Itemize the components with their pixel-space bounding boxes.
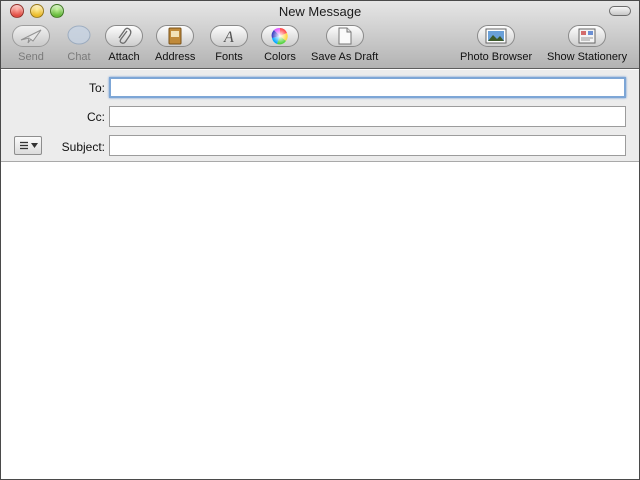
chat-label: Chat xyxy=(67,51,91,63)
message-header-fields: To: Cc: Subject: xyxy=(1,70,639,162)
speech-bubble-icon xyxy=(67,25,91,45)
cc-field[interactable] xyxy=(109,106,626,127)
subject-label: Subject: xyxy=(61,140,105,154)
photo-browser-button[interactable]: Photo Browser xyxy=(460,25,532,65)
chevron-down-icon xyxy=(30,143,38,148)
photo-icon xyxy=(485,28,507,44)
document-icon xyxy=(338,27,352,45)
chat-button[interactable]: Chat xyxy=(60,25,98,65)
window-title: New Message xyxy=(278,4,362,19)
colors-label: Colors xyxy=(264,51,296,63)
send-label: Send xyxy=(18,51,44,63)
color-wheel-icon xyxy=(271,27,288,45)
to-field[interactable] xyxy=(109,77,626,98)
address-label: Address xyxy=(155,51,196,63)
toolbar-toggle-button[interactable] xyxy=(609,6,631,16)
svg-text:A: A xyxy=(223,29,234,45)
mail-compose-window: New Message Send Chat Attach Address A F… xyxy=(0,0,640,480)
show-stationery-button[interactable]: Show Stationery xyxy=(547,25,627,65)
save-as-draft-label: Save As Draft xyxy=(311,51,379,63)
send-button[interactable]: Send xyxy=(12,25,50,65)
account-menu-button[interactable] xyxy=(14,136,42,155)
window-toolbar: New Message Send Chat Attach Address A F… xyxy=(1,1,639,69)
to-label: To: xyxy=(88,81,105,95)
paperclip-icon xyxy=(118,27,132,44)
save-as-draft-button[interactable]: Save As Draft xyxy=(311,25,378,65)
fonts-label: Fonts xyxy=(215,51,243,63)
subject-field[interactable] xyxy=(109,135,626,156)
photo-browser-label: Photo Browser xyxy=(460,51,533,63)
attach-label: Attach xyxy=(108,51,140,63)
list-menu-icon xyxy=(19,141,28,150)
cc-label: Cc: xyxy=(87,110,105,124)
font-a-icon: A xyxy=(223,29,234,45)
address-button[interactable]: Address xyxy=(155,25,195,65)
show-stationery-label: Show Stationery xyxy=(547,51,628,63)
attach-button[interactable]: Attach xyxy=(105,25,143,65)
colors-button[interactable]: Colors xyxy=(261,25,299,65)
stationery-icon xyxy=(578,28,596,44)
fonts-button[interactable]: A Fonts xyxy=(210,25,248,65)
address-book-icon xyxy=(168,27,182,45)
message-body-editor[interactable] xyxy=(1,163,639,479)
paper-plane-icon xyxy=(20,29,42,44)
